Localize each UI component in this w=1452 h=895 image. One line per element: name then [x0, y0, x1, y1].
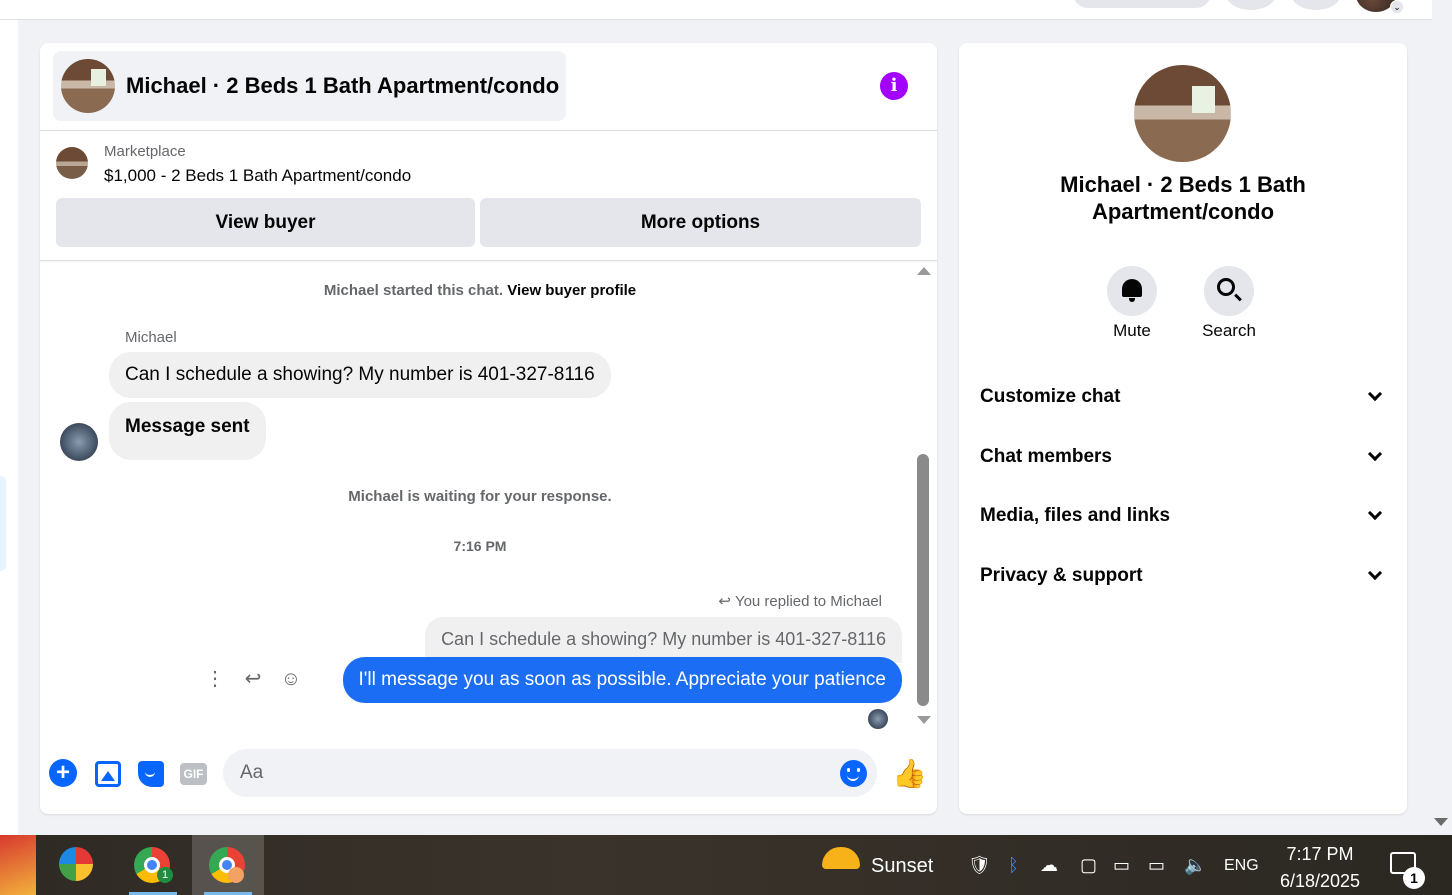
bell-icon [1122, 279, 1142, 302]
marketplace-listing[interactable]: Marketplace $1,000 - 2 Beds 1 Bath Apart… [56, 143, 411, 186]
message-input[interactable]: Aa [223, 749, 877, 797]
scroll-up-arrow-icon[interactable] [917, 267, 931, 275]
gif-icon[interactable]: GIF [180, 763, 207, 785]
mute-label: Mute [1113, 321, 1151, 340]
emoji-icon[interactable] [840, 760, 867, 787]
chevron-down-icon [1367, 446, 1383, 462]
replied-label: ↩ You replied to Michael [718, 592, 882, 610]
chevron-down-icon [1367, 505, 1383, 521]
listing-thumbnail [56, 147, 88, 179]
sunset-weather-icon[interactable] [822, 847, 860, 869]
chat-header: Michael · 2 Beds 1 Bath Apartment/condo … [40, 43, 937, 131]
info-icon[interactable]: i [880, 72, 908, 100]
taskbar-clock[interactable]: 7:17 PM 6/18/2025 [1270, 841, 1370, 895]
more-options-button[interactable]: More options [480, 198, 921, 247]
chrome-profile-badge [228, 867, 244, 883]
scrollbar-thumb[interactable] [917, 454, 929, 706]
left-sidebar-highlight [0, 476, 6, 571]
left-sidebar-edge [0, 20, 18, 835]
info-panel-title: Michael · 2 Beds 1 Bath Apartment/condo [1060, 172, 1306, 224]
chrome-taskbar-button[interactable]: 1 [117, 835, 189, 895]
security-shield-icon[interactable]: 🛡 [968, 855, 991, 876]
incoming-message[interactable]: Can I schedule a showing? My number is 4… [109, 352, 611, 398]
page-scroll-down-arrow-icon[interactable] [1434, 818, 1448, 826]
listing-price-title: $1,000 - 2 Beds 1 Bath Apartment/condo [104, 166, 412, 185]
language-indicator[interactable]: ENG [1224, 857, 1259, 875]
chat-started-text: Michael started this chat. [323, 282, 504, 299]
snipping-tool-icon[interactable] [59, 847, 93, 881]
onedrive-cloud-icon[interactable]: ☁ [1040, 855, 1058, 876]
bluetooth-icon[interactable]: ᛒ [1008, 855, 1019, 876]
chevron-down-icon[interactable]: ⌄ [1390, 0, 1404, 14]
chat-members-section[interactable]: Chat members [980, 442, 1386, 472]
scroll-down-arrow-icon[interactable] [917, 716, 931, 724]
outgoing-message[interactable]: I'll message you as soon as possible. Ap… [342, 657, 902, 703]
view-buyer-profile-link[interactable]: View buyer profile [507, 282, 636, 299]
section-label: Privacy & support [980, 565, 1143, 586]
section-label: Chat members [980, 446, 1112, 467]
sender-avatar[interactable] [60, 423, 98, 461]
search-label: Search [1202, 321, 1256, 340]
mute-button[interactable]: Mute [1092, 266, 1172, 341]
search-icon [1217, 278, 1235, 296]
listing-avatar-large [1134, 65, 1231, 162]
replied-text: You replied to Michael [734, 593, 882, 610]
chat-title-button[interactable]: Michael · 2 Beds 1 Bath Apartment/condo [53, 51, 566, 121]
weather-label[interactable]: Sunset [871, 855, 933, 878]
top-nav-menu-button[interactable] [1226, 0, 1276, 10]
battery-icon[interactable]: ▭ [1113, 855, 1130, 876]
plus-icon[interactable]: + [49, 759, 77, 787]
search-button[interactable]: Search [1189, 266, 1269, 341]
more-actions-icon[interactable]: ⋮ [202, 666, 228, 692]
network-icon[interactable]: ▭ [1148, 855, 1165, 876]
windows-taskbar: 1 Sunset 🛡 ᛒ ☁ ▢ ▭ ▭ 🔈 ENG 7:17 PM 6/18/… [0, 835, 1452, 895]
customize-chat-section[interactable]: Customize chat [980, 382, 1386, 412]
start-button[interactable] [0, 835, 36, 895]
clock-date: 6/18/2025 [1279, 871, 1361, 891]
top-nav-messenger-button[interactable] [1291, 0, 1341, 10]
thumbs-up-icon[interactable]: 👍 [892, 757, 927, 790]
media-files-links-section[interactable]: Media, files and links [980, 501, 1386, 531]
react-emoji-icon[interactable]: ☺ [278, 666, 304, 692]
photo-icon[interactable] [95, 761, 121, 787]
camera-icon[interactable]: ▢ [1080, 855, 1097, 876]
chevron-down-icon [1367, 386, 1383, 402]
message-timestamp: 7:16 PM [453, 538, 507, 554]
message-list: Michael started this chat. View buyer pr… [40, 261, 920, 741]
incoming-message[interactable]: Message sent [109, 402, 266, 460]
top-nav-pill-button[interactable] [1073, 0, 1211, 8]
chat-started-notice: Michael started this chat. View buyer pr… [40, 282, 920, 299]
top-navigation-bar: ⌄ [0, 0, 1432, 20]
clock-time: 7:17 PM [1286, 844, 1354, 864]
sender-name: Michael [125, 329, 177, 346]
chevron-down-icon [1367, 565, 1383, 581]
volume-icon[interactable]: 🔈 [1184, 855, 1206, 876]
reply-icon: ↩ [718, 593, 731, 610]
reply-icon[interactable]: ↩ [240, 666, 266, 692]
seen-avatar [868, 709, 888, 729]
section-label: Customize chat [980, 386, 1121, 407]
view-buyer-button[interactable]: View buyer [56, 198, 475, 247]
chat-title: Michael · 2 Beds 1 Bath Apartment/condo [126, 73, 560, 98]
chrome-taskbar-button-active[interactable] [192, 835, 264, 895]
sticker-icon[interactable] [138, 761, 164, 787]
listing-avatar [61, 59, 115, 113]
chat-info-panel: Michael · 2 Beds 1 Bath Apartment/condo … [959, 43, 1407, 814]
chat-panel: Michael · 2 Beds 1 Bath Apartment/condo … [40, 43, 937, 814]
notification-count-badge: 1 [1403, 867, 1425, 889]
privacy-support-section[interactable]: Privacy & support [980, 561, 1386, 591]
section-label: Media, files and links [980, 505, 1171, 526]
marketplace-label: Marketplace [104, 143, 186, 160]
chrome-profile-badge: 1 [157, 867, 173, 883]
waiting-notice: Michael is waiting for your response. [348, 488, 612, 505]
